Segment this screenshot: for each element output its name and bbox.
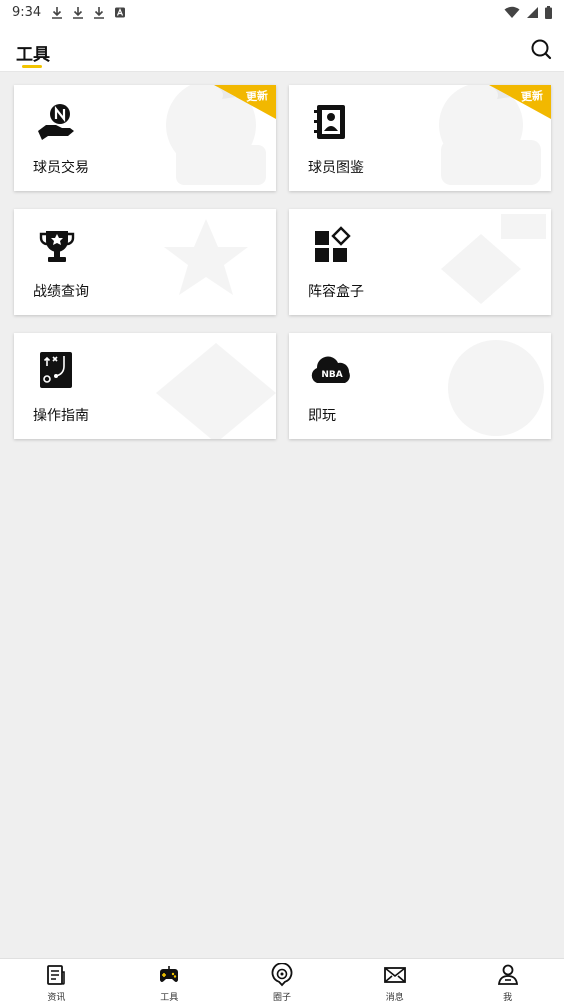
nav-item-tools[interactable]: 工具 <box>113 959 226 1004</box>
tool-card-instant-play[interactable]: NBA 即玩 <box>289 333 551 439</box>
nav-label: 我 <box>503 993 513 1003</box>
update-badge: 更新 <box>245 89 269 104</box>
download-icon <box>73 6 84 19</box>
tool-card-player-gallery[interactable]: 球员图鉴 更新 <box>289 85 551 191</box>
system-icons <box>504 5 552 19</box>
nba-cloud-icon: NBA <box>311 356 350 383</box>
nav-label: 工具 <box>160 993 179 1003</box>
gamepad-icon <box>160 966 179 982</box>
trophy-icon <box>39 231 75 262</box>
hand-n-coin-icon <box>38 104 74 140</box>
card-watermark <box>156 343 276 439</box>
nav-item-news[interactable]: 资讯 <box>0 959 113 1004</box>
tool-label: 阵容盒子 <box>308 284 364 300</box>
nav-label: 消息 <box>385 993 404 1003</box>
update-badge: 更新 <box>520 89 544 104</box>
page-title: 工具 <box>16 45 50 65</box>
tool-label: 球员图鉴 <box>308 160 364 176</box>
notification-icons <box>51 6 126 19</box>
wifi-icon <box>504 6 520 18</box>
nav-label: 资讯 <box>47 993 66 1003</box>
lineup-blocks-icon <box>315 226 351 262</box>
tool-label: 球员交易 <box>33 160 89 176</box>
nav-item-messages[interactable]: 消息 <box>338 959 451 1004</box>
tool-card-player-trade[interactable]: 球员交易 更新 <box>14 85 276 191</box>
card-watermark <box>441 214 546 304</box>
active-tab-indicator <box>22 65 42 68</box>
tool-label: 即玩 <box>308 408 336 424</box>
tool-card-lineup-box[interactable]: 阵容盒子 <box>289 209 551 315</box>
signal-icon <box>527 6 538 18</box>
tool-card-operation-guide[interactable]: 操作指南 <box>14 333 276 439</box>
bottom-nav: 资讯 工具 圈子 消息 我 <box>0 958 564 1004</box>
nav-label: 圈子 <box>272 993 291 1003</box>
user-icon <box>497 964 518 985</box>
download-icon <box>52 6 63 19</box>
tool-card-record-query[interactable]: 战绩查询 <box>14 209 276 315</box>
player-book-icon <box>314 105 345 139</box>
tool-label: 战绩查询 <box>33 284 89 300</box>
status-time: 9:34 <box>12 4 42 20</box>
card-watermark <box>164 219 248 295</box>
tool-label: 操作指南 <box>33 408 89 424</box>
tactics-board-icon <box>40 352 72 388</box>
circle-pin-icon <box>271 963 293 987</box>
nav-item-me[interactable]: 我 <box>451 959 564 1004</box>
search-icon[interactable] <box>530 38 552 60</box>
battery-icon <box>545 5 552 19</box>
top-header: 工具 <box>0 24 564 72</box>
status-bar: 9:34 <box>0 0 564 24</box>
svg-text:NBA: NBA <box>321 370 342 380</box>
news-icon <box>47 965 66 985</box>
card-watermark <box>448 340 544 436</box>
nav-item-circle[interactable]: 圈子 <box>226 959 339 1004</box>
download-icon <box>94 6 105 19</box>
app-notification-icon <box>115 7 126 17</box>
mail-icon <box>383 967 406 983</box>
